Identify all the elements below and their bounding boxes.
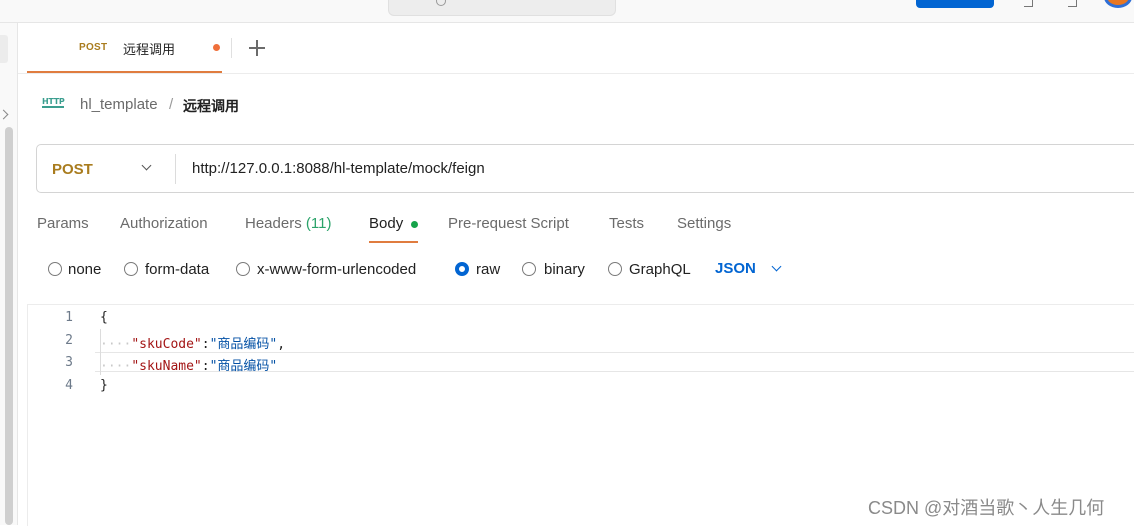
radio-urlencoded[interactable] [236, 262, 250, 276]
code-line: } [100, 378, 108, 393]
url-bar: POST http://127.0.0.1:8088/hl-template/m… [36, 144, 1134, 193]
upgrade-button[interactable] [916, 0, 994, 8]
tab-prerequest-script[interactable]: Pre-request Script [448, 215, 569, 232]
open-brace: { [100, 310, 108, 325]
json-colon: : [201, 337, 210, 352]
sidebar-scrollbar[interactable] [5, 127, 13, 525]
radio-binary[interactable] [522, 262, 536, 276]
url-input[interactable]: http://127.0.0.1:8088/hl-template/mock/f… [192, 160, 485, 177]
breadcrumb-collection[interactable]: hl_template [80, 96, 158, 113]
tab-tests[interactable]: Tests [609, 215, 644, 232]
new-tab-plus-icon[interactable] [248, 39, 266, 57]
request-subtabs: Params Authorization Headers (11) Body P… [0, 210, 1134, 246]
radio-urlencoded-label[interactable]: x-www-form-urlencoded [257, 261, 416, 278]
workspace-search-box[interactable] [388, 0, 616, 16]
json-value: "商品编码" [209, 359, 278, 374]
radio-none[interactable] [48, 262, 62, 276]
tab-body[interactable]: Body [369, 215, 403, 232]
tab-settings[interactable]: Settings [677, 215, 731, 232]
json-key: "skuCode" [131, 337, 202, 352]
tab-method-label: POST [79, 42, 108, 53]
line-number: 1 [65, 310, 73, 325]
method-select[interactable]: POST [52, 161, 93, 178]
watermark: CSDN @对酒当歌丶人生几何 [868, 498, 1105, 518]
code-line: ····"skuCode":"商品编码", [100, 333, 285, 352]
chevron-down-icon[interactable] [141, 160, 152, 171]
whitespace-marker: ···· [100, 359, 132, 374]
sidebar-toggle[interactable] [0, 35, 8, 63]
line-number: 2 [65, 333, 73, 348]
settings-icon[interactable] [1024, 0, 1033, 7]
request-tab-bar: POST 远程调用 [18, 23, 1134, 74]
breadcrumb-separator: / [169, 96, 174, 113]
radio-graphql[interactable] [608, 262, 622, 276]
http-icon: HTTP [42, 97, 65, 108]
sidebar-collapsed [0, 23, 18, 525]
radio-none-label[interactable]: none [68, 261, 101, 278]
code-line: ····"skuName":"商品编码" [100, 355, 277, 374]
headers-count-badge: (11) [305, 215, 332, 232]
title-bar [0, 0, 1134, 23]
whitespace-marker: ···· [100, 337, 132, 352]
active-tab-underline [369, 241, 418, 243]
chevron-down-icon[interactable] [771, 261, 782, 272]
tab-headers-label: Headers [245, 215, 302, 232]
radio-form-data[interactable] [124, 262, 138, 276]
tab-title: 远程调用 [123, 42, 176, 57]
avatar[interactable] [1104, 0, 1132, 8]
code-line: { [100, 310, 108, 325]
url-divider [175, 154, 176, 184]
radio-graphql-label[interactable]: GraphQL [629, 261, 691, 278]
chevron-icon[interactable] [0, 109, 9, 120]
radio-form-data-label[interactable]: form-data [145, 261, 209, 278]
request-tab[interactable]: POST 远程调用 [27, 23, 222, 73]
close-brace: } [100, 378, 108, 393]
breadcrumb-current[interactable]: 远程调用 [183, 96, 239, 116]
json-value: "商品编码" [209, 337, 278, 352]
line-number: 4 [65, 378, 73, 393]
json-comma: , [277, 337, 286, 352]
json-colon: : [201, 359, 210, 374]
radio-raw[interactable] [455, 262, 469, 276]
tab-headers[interactable]: Headers (11) [245, 215, 331, 232]
radio-binary-label[interactable]: binary [544, 261, 585, 278]
line-number: 3 [65, 355, 73, 370]
language-select[interactable]: JSON [715, 260, 756, 277]
tab-params[interactable]: Params [37, 215, 89, 232]
radio-raw-label[interactable]: raw [476, 261, 500, 278]
json-key: "skuName" [131, 359, 202, 374]
tab-authorization[interactable]: Authorization [120, 215, 208, 232]
unsaved-dot-icon [213, 44, 220, 51]
tab-divider [231, 38, 232, 58]
body-indicator-dot-icon [411, 221, 418, 228]
notifications-icon[interactable] [1068, 0, 1077, 7]
